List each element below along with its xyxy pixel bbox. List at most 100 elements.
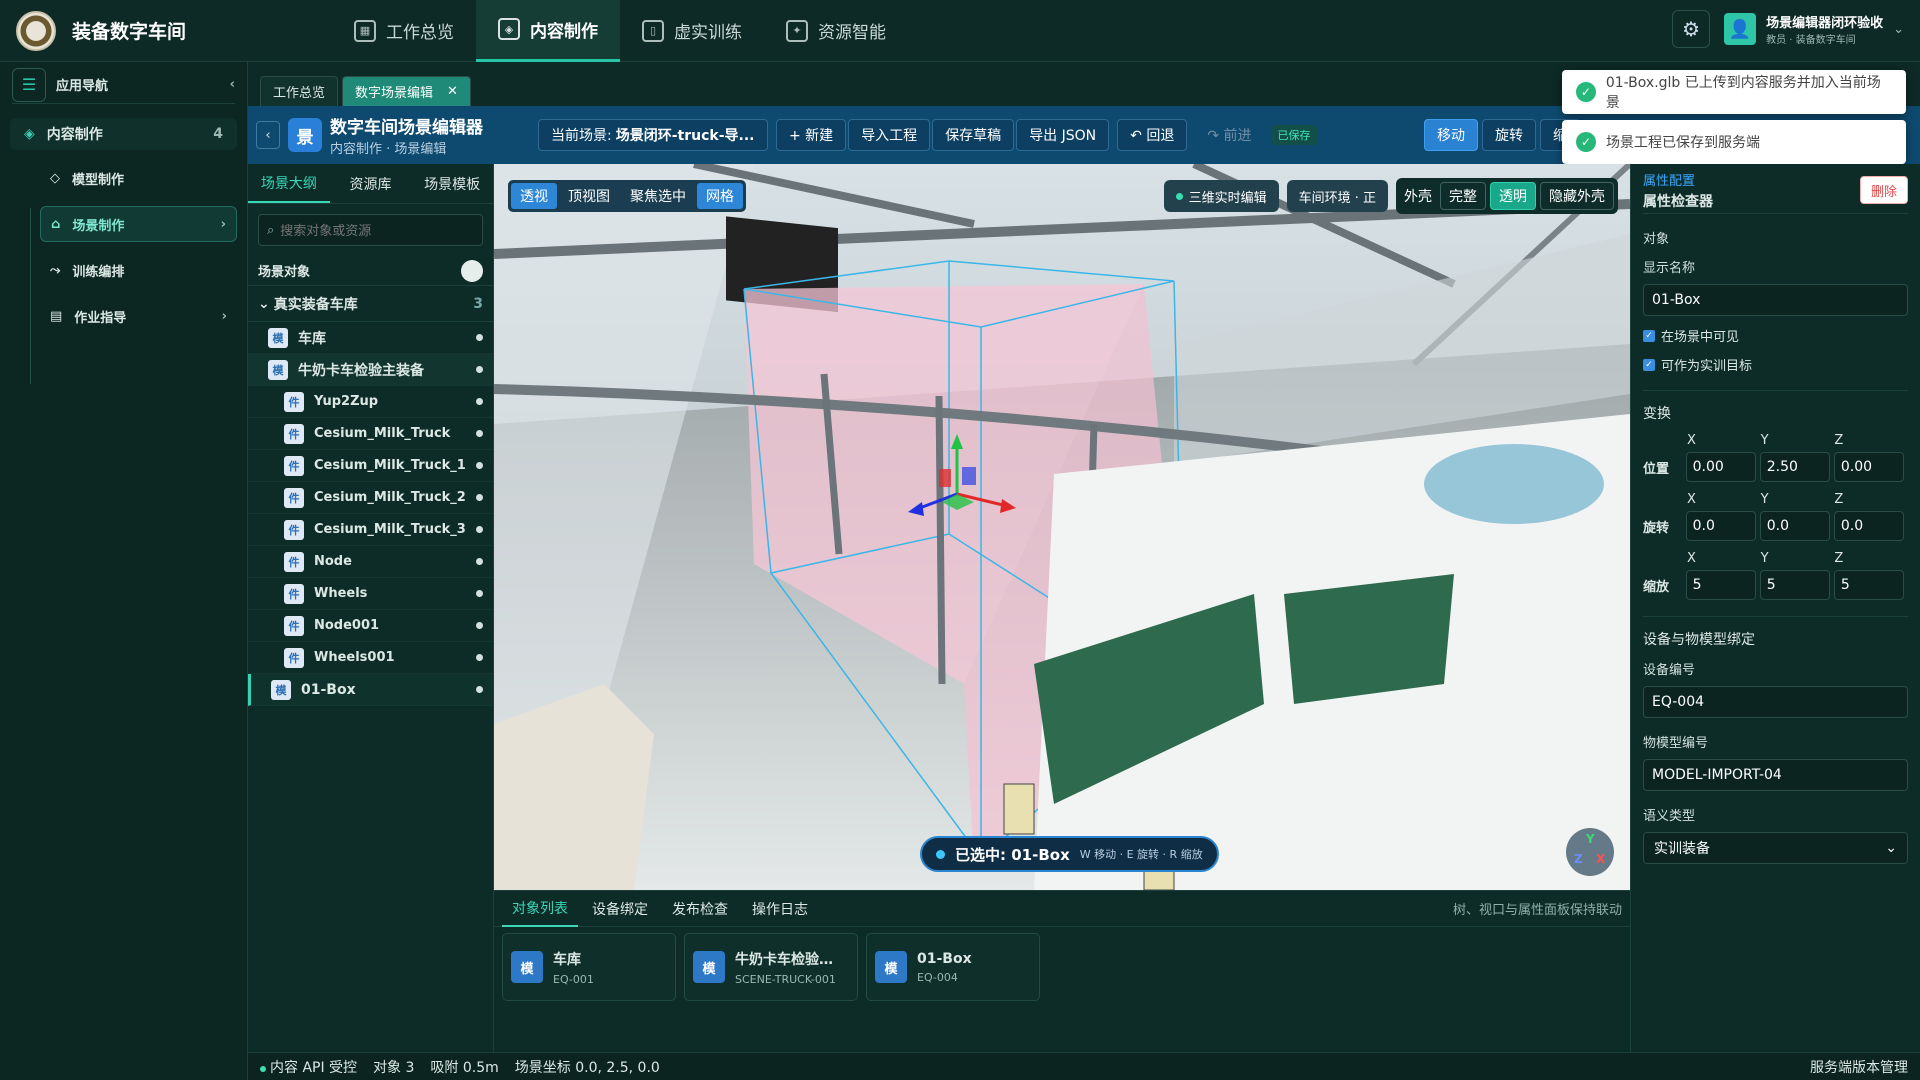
close-icon[interactable]: ✕: [447, 84, 458, 99]
scale-z-input[interactable]: 5: [1833, 570, 1905, 600]
tree-folder[interactable]: ⌄ 真实装备车库 3: [248, 286, 493, 322]
delete-button[interactable]: 删除: [1859, 176, 1908, 204]
tree-node[interactable]: 模车库: [248, 322, 493, 354]
page-tab-overview[interactable]: 工作总览: [260, 76, 339, 106]
visibility-dot-icon[interactable]: [476, 686, 483, 693]
move-tool-button[interactable]: 移动: [1424, 119, 1478, 151]
sidebar-item-scene[interactable]: ⌂ 场景制作 ›: [40, 206, 237, 242]
current-scene-selector[interactable]: 当前场景: 场景闭环-truck-导...: [538, 119, 768, 151]
tree-node[interactable]: 件 Wheels: [248, 578, 493, 610]
focus-selected-button[interactable]: 聚焦选中: [621, 183, 695, 209]
tree-node[interactable]: 件 Cesium_Milk_Truck: [248, 418, 493, 450]
shell-transparent-button[interactable]: 透明: [1490, 182, 1536, 210]
nav-tab-overview[interactable]: ▦ 工作总览: [332, 0, 476, 62]
rotate-tool-button[interactable]: 旋转: [1482, 119, 1536, 151]
visibility-dot-icon[interactable]: [476, 526, 483, 533]
version-management-link[interactable]: 服务端版本管理: [1810, 1057, 1908, 1077]
chevron-right-icon: ›: [221, 308, 227, 324]
node-label: Cesium_Milk_Truck_3: [314, 522, 466, 537]
view-perspective-button[interactable]: 透视: [511, 183, 557, 209]
node-type-badge: 件: [284, 519, 304, 540]
tree-node[interactable]: 件 Node: [248, 546, 493, 578]
tree-node[interactable]: 件 Wheels001: [248, 642, 493, 674]
visibility-dot-icon[interactable]: [476, 430, 483, 437]
visibility-dot-icon[interactable]: [476, 654, 483, 661]
environment-chip[interactable]: 车间环境 · 正: [1286, 180, 1388, 212]
app-title: 装备数字车间: [72, 21, 187, 43]
settings-button[interactable]: ⚙: [1672, 10, 1711, 48]
sidebar-item-model[interactable]: ◇ 模型制作: [40, 160, 237, 196]
visibility-dot-icon[interactable]: [476, 334, 483, 341]
card-badge: 模: [875, 951, 907, 983]
visible-checkbox[interactable]: ✓ 在场景中可见: [1643, 326, 1908, 345]
visibility-dot-icon[interactable]: [476, 366, 483, 373]
save-draft-button[interactable]: 保存草稿: [932, 119, 1015, 151]
axis-gizmo[interactable]: Y Z X: [1566, 828, 1614, 876]
shell-full-button[interactable]: 完整: [1440, 182, 1486, 210]
visibility-dot-icon[interactable]: [476, 494, 483, 501]
sidebar-item-label: 训练编排: [72, 264, 125, 280]
position-z-input[interactable]: 0.00: [1833, 452, 1905, 482]
user-menu[interactable]: 👤 场景编辑器闭环验收 教员 · 装备数字车间 ⌄: [1724, 12, 1904, 46]
sidebar-item-training[interactable]: ⤳ 训练编排: [40, 252, 237, 288]
tree-node[interactable]: 件 Cesium_Milk_Truck_3: [248, 514, 493, 546]
object-card[interactable]: 模车库 EQ-001: [502, 933, 676, 1001]
import-button[interactable]: 导入工程: [848, 119, 931, 151]
tab-templates[interactable]: 场景模板: [411, 164, 493, 203]
redo-button[interactable]: ↷ 前进: [1195, 119, 1263, 151]
tree-node[interactable]: 件 Cesium_Milk_Truck_2: [248, 482, 493, 514]
tab-publish-check[interactable]: 发布检查: [662, 891, 738, 927]
rotation-z-input[interactable]: 0.0: [1833, 511, 1905, 541]
scale-x-input[interactable]: 5: [1685, 570, 1756, 600]
grid-toggle-button[interactable]: 网格: [697, 183, 743, 209]
scale-y-input[interactable]: 5: [1759, 570, 1830, 600]
tree-node[interactable]: 件 Node001: [248, 610, 493, 642]
export-json-button[interactable]: 导出 JSON: [1016, 119, 1110, 151]
visibility-dot-icon[interactable]: [476, 622, 483, 629]
page-tab-label: 数字场景编辑: [355, 86, 434, 101]
visibility-dot-icon[interactable]: [476, 462, 483, 469]
visibility-dot-icon[interactable]: [476, 398, 483, 405]
device-id-input[interactable]: EQ-004: [1643, 686, 1908, 718]
tab-assets[interactable]: 资源库: [330, 164, 412, 203]
add-object-button[interactable]: [461, 259, 483, 282]
back-button[interactable]: ‹: [256, 121, 280, 149]
nav-tab-training[interactable]: ▯ 虚实训练: [620, 0, 764, 62]
tab-operation-log[interactable]: 操作日志: [742, 891, 818, 927]
rotation-y-input[interactable]: 0.0: [1759, 511, 1830, 541]
object-card[interactable]: 模 01-Box EQ-004: [866, 933, 1040, 1001]
tree-node[interactable]: 件 Cesium_Milk_Truck_1: [248, 450, 493, 482]
search-input[interactable]: [280, 222, 471, 238]
semantic-type-select[interactable]: 实训装备 ⌄: [1643, 832, 1908, 864]
view-top-button[interactable]: 顶视图: [559, 183, 619, 209]
page-tab-label: 工作总览: [273, 86, 326, 101]
tree-node[interactable]: 模牛奶卡车检验主装备: [248, 354, 493, 386]
menu-icon[interactable]: ☰: [12, 67, 46, 102]
visibility-dot-icon[interactable]: [476, 590, 483, 597]
tree-node[interactable]: 件 Yup2Zup: [248, 386, 493, 418]
visibility-dot-icon[interactable]: [476, 558, 483, 565]
object-card[interactable]: 模牛奶卡车检验主... SCENE-TRUCK-001: [684, 933, 858, 1001]
rotation-x-input[interactable]: 0.0: [1685, 511, 1756, 541]
collapse-icon[interactable]: ‹: [230, 77, 235, 92]
undo-button[interactable]: ↶ 回退: [1117, 119, 1188, 151]
position-x-input[interactable]: 0.00: [1685, 452, 1756, 482]
brain-icon: ✦: [786, 19, 808, 42]
status-dot: [260, 1065, 266, 1072]
nav-tab-intelligence[interactable]: ✦ 资源智能: [764, 0, 908, 62]
tree-node[interactable]: 模 01-Box: [248, 674, 493, 706]
3d-viewport[interactable]: 透视 顶视图 聚焦选中 网格 三维实时编辑 车间环境 · 正 外壳 完整 透明 …: [494, 164, 1630, 890]
training-target-checkbox[interactable]: ✓ 可作为实训目标: [1643, 355, 1908, 374]
shell-hide-button[interactable]: 隐藏外壳: [1540, 182, 1614, 210]
nav-tab-content[interactable]: ◈ 内容制作: [476, 0, 620, 62]
tab-outline[interactable]: 场景大纲: [248, 164, 330, 203]
tab-device-binding[interactable]: 设备绑定: [582, 891, 658, 927]
page-tab-scene-editor[interactable]: 数字场景编辑 ✕: [342, 76, 471, 106]
sidebar-item-guide[interactable]: ▤ 作业指导 ›: [40, 298, 237, 334]
sidebar-group-content[interactable]: ◈ 内容制作 4: [10, 118, 237, 150]
new-button[interactable]: + 新建: [776, 119, 847, 151]
tab-object-list[interactable]: 对象列表: [502, 891, 578, 927]
model-id-input[interactable]: MODEL-IMPORT-04: [1643, 759, 1908, 791]
display-name-input[interactable]: 01-Box: [1643, 284, 1908, 316]
position-y-input[interactable]: 2.50: [1759, 452, 1830, 482]
